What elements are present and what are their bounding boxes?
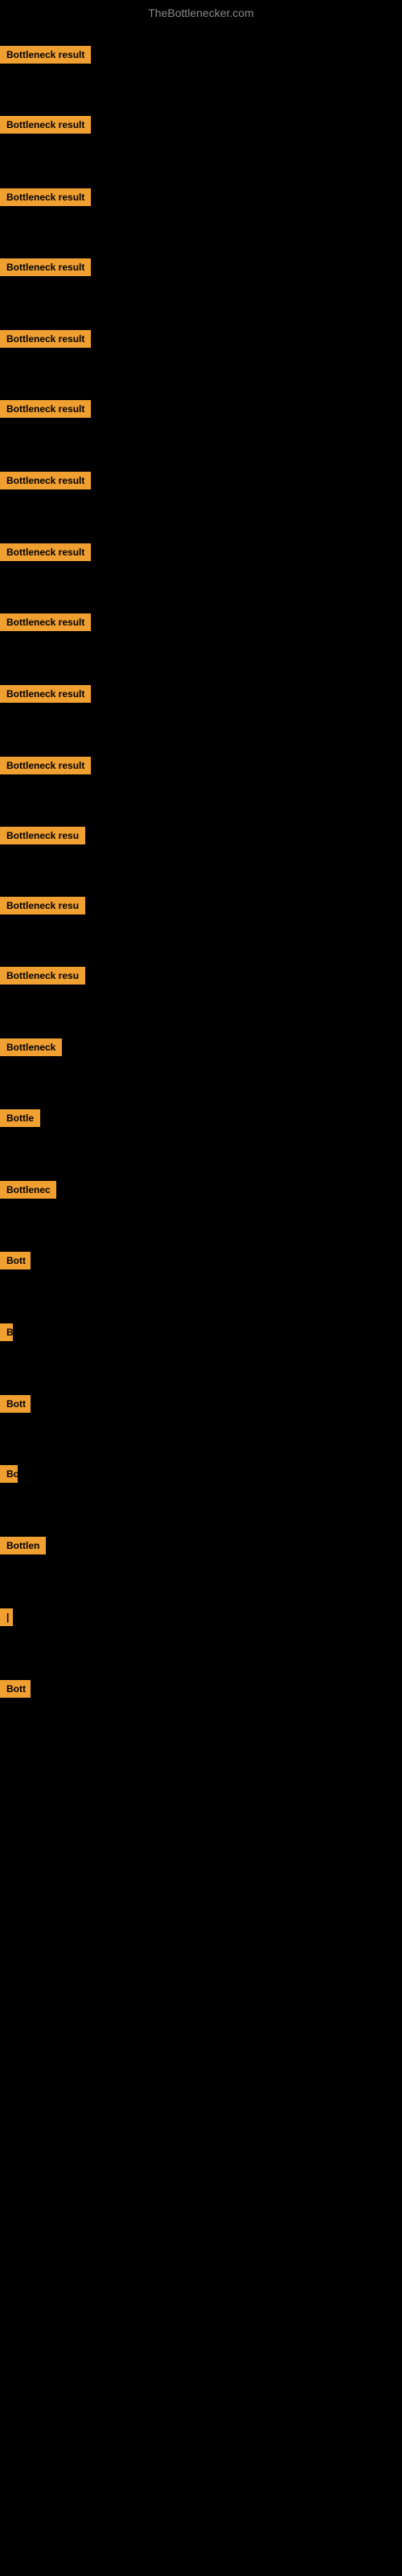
bottleneck-badge-5: Bottleneck result	[0, 330, 91, 348]
bottleneck-badge-12: Bottleneck resu	[0, 827, 85, 844]
bottleneck-badge-13: Bottleneck resu	[0, 897, 85, 914]
bottleneck-badge-24: Bott	[0, 1680, 31, 1698]
bottleneck-badge-17: Bottlenec	[0, 1181, 56, 1199]
bottleneck-badge-22: Bottlen	[0, 1537, 46, 1554]
bottleneck-badge-7: Bottleneck result	[0, 472, 91, 489]
bottleneck-badge-14: Bottleneck resu	[0, 967, 85, 985]
bottleneck-badge-6: Bottleneck result	[0, 400, 91, 418]
bottleneck-badge-18: Bott	[0, 1252, 31, 1269]
bottleneck-badge-11: Bottleneck result	[0, 757, 91, 774]
bottleneck-badge-3: Bottleneck result	[0, 188, 91, 206]
bottleneck-badge-10: Bottleneck result	[0, 685, 91, 703]
bottleneck-badge-16: Bottle	[0, 1109, 40, 1127]
bottleneck-badge-2: Bottleneck result	[0, 116, 91, 134]
bottleneck-badge-1: Bottleneck result	[0, 46, 91, 64]
bottleneck-badge-8: Bottleneck result	[0, 543, 91, 561]
bottleneck-badge-23: |	[0, 1608, 13, 1626]
bottleneck-badge-9: Bottleneck result	[0, 613, 91, 631]
bottleneck-badge-20: Bott	[0, 1395, 31, 1413]
bottleneck-badge-15: Bottleneck	[0, 1038, 62, 1056]
bottleneck-badge-4: Bottleneck result	[0, 258, 91, 276]
bottleneck-badge-19: B	[0, 1323, 13, 1341]
bottleneck-badge-21: Bo	[0, 1465, 18, 1483]
